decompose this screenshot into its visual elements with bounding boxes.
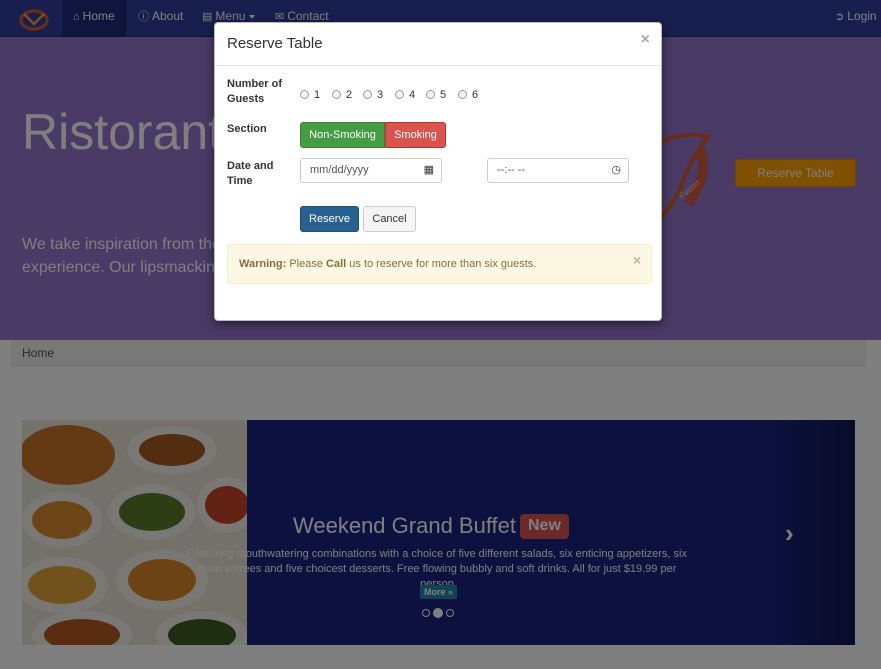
modal-header: Reserve Table × bbox=[215, 23, 661, 66]
date-input[interactable]: mm/dd/yyyy ▦ bbox=[300, 158, 442, 183]
guests-radio-3[interactable]: 3 bbox=[363, 88, 383, 102]
reserve-button[interactable]: Reserve bbox=[300, 206, 359, 232]
radio-circle-icon bbox=[300, 90, 309, 99]
guests-radio-4[interactable]: 4 bbox=[395, 88, 415, 102]
radio-circle-icon bbox=[395, 90, 404, 99]
guests-radio-1[interactable]: 1 bbox=[300, 88, 320, 102]
reserve-table-modal: Reserve Table × Number of Guests 1 2 3 4… bbox=[214, 22, 662, 321]
calendar-icon[interactable]: ▦ bbox=[424, 159, 434, 182]
guests-radio-6[interactable]: 6 bbox=[458, 88, 478, 102]
alert-close-button[interactable]: × bbox=[633, 241, 641, 279]
cancel-button[interactable]: Cancel bbox=[363, 206, 416, 232]
modal-close-button[interactable]: × bbox=[641, 31, 650, 49]
guests-label: Number of Guests bbox=[227, 78, 282, 105]
call-link[interactable]: Call bbox=[326, 258, 346, 270]
radio-circle-icon bbox=[332, 90, 341, 99]
section-label: Section bbox=[227, 123, 267, 135]
time-input[interactable]: --:-- -- ◷ bbox=[487, 158, 629, 183]
datetime-label: Date and Time bbox=[227, 160, 274, 187]
radio-circle-icon bbox=[426, 90, 435, 99]
smoking-button[interactable]: Smoking bbox=[385, 122, 446, 148]
guests-radio-5[interactable]: 5 bbox=[426, 88, 446, 102]
radio-circle-icon bbox=[363, 90, 372, 99]
non-smoking-button[interactable]: Non-Smoking bbox=[300, 122, 385, 148]
warning-alert: Warning: Please Call us to reserve for m… bbox=[227, 244, 652, 284]
radio-circle-icon bbox=[458, 90, 467, 99]
clock-icon[interactable]: ◷ bbox=[611, 159, 621, 182]
modal-title: Reserve Table bbox=[227, 35, 323, 52]
guests-radio-2[interactable]: 2 bbox=[332, 88, 352, 102]
